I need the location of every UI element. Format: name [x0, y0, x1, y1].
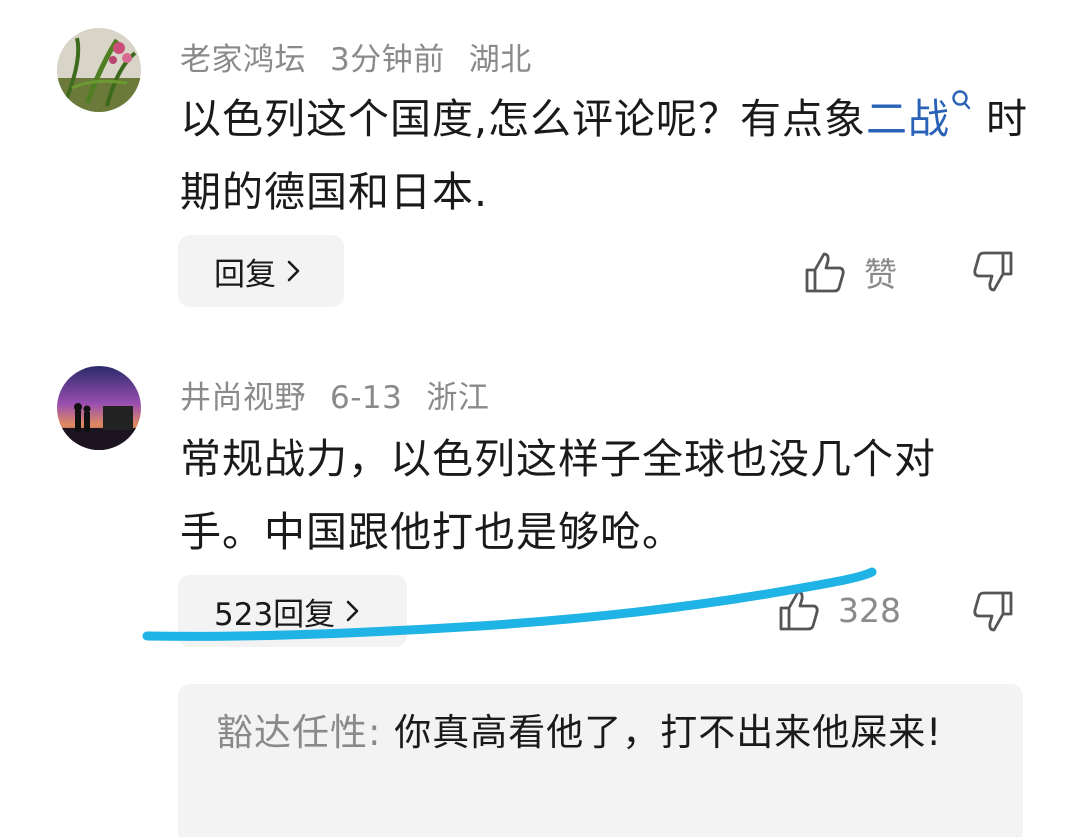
- thumbs-up-icon: [805, 252, 845, 293]
- sub-reply: 豁达任性: 你真高看他了，打不出来他屎来!: [216, 703, 996, 763]
- dislike-button[interactable]: [972, 250, 1014, 294]
- avatar[interactable]: [57, 366, 141, 450]
- dislike-button[interactable]: [972, 590, 1014, 634]
- reply-label: 回复: [214, 256, 276, 293]
- chevron-right-icon: [346, 600, 359, 622]
- reply-button[interactable]: 回复: [178, 235, 344, 307]
- author-name[interactable]: 老家鸿坛: [180, 42, 306, 78]
- author-name[interactable]: 井尚视野: [180, 380, 306, 416]
- like-label: 赞: [864, 255, 897, 294]
- thumbs-down-icon: [973, 591, 1013, 632]
- reply-label: 523回复: [214, 596, 336, 633]
- sub-reply-author[interactable]: 豁达任性:: [216, 711, 381, 754]
- timestamp: 6-13: [330, 380, 403, 416]
- location: 浙江: [426, 380, 490, 416]
- search-link[interactable]: 二战: [866, 95, 950, 143]
- search-icon[interactable]: [950, 89, 972, 119]
- location: 湖北: [468, 42, 532, 78]
- avatar[interactable]: [57, 28, 141, 112]
- comment-text: 以色列这个国度,怎么评论呢？有点象二战 时期的德国和日本.: [180, 83, 1030, 229]
- thumbs-down-icon: [973, 251, 1013, 292]
- like-button[interactable]: 赞: [804, 248, 897, 296]
- chevron-right-icon: [287, 260, 300, 282]
- comment-meta: 老家鸿坛 3分钟前 湖北: [180, 34, 556, 79]
- like-count: 328: [838, 590, 901, 630]
- comment-list: 老家鸿坛 3分钟前 湖北 以色列这个国度,怎么评论呢？有点象二战 时期的德国和日本. …: [0, 0, 1080, 837]
- comment-text: 常规战力，以色列这样子全球也没几个对手。中国跟他打也是够呛。: [180, 435, 936, 556]
- comment-text-part: 以色列这个国度,怎么评论呢？有点象: [180, 95, 867, 143]
- comment-meta: 井尚视野 6-13 浙江: [180, 372, 513, 417]
- like-button[interactable]: 328: [778, 588, 901, 632]
- reply-button[interactable]: 523回复: [178, 575, 407, 647]
- thumbs-up-icon: [779, 590, 819, 631]
- timestamp: 3分钟前: [330, 42, 445, 78]
- sub-reply-text: 你真高看他了，打不出来他屎来!: [394, 711, 943, 754]
